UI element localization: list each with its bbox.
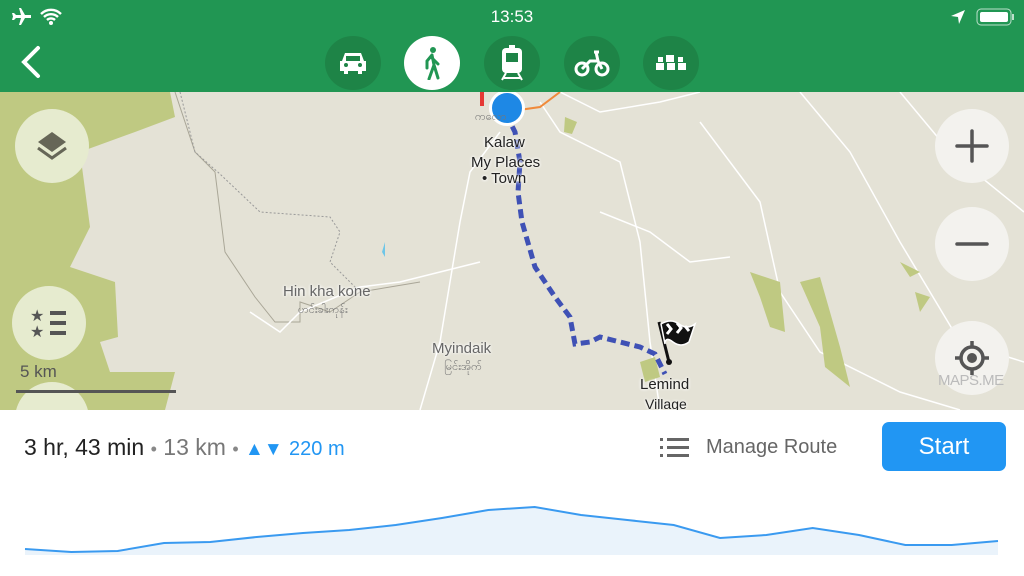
maps-me-watermark: MAPS.ME bbox=[938, 372, 1004, 389]
mode-car-button[interactable] bbox=[325, 36, 381, 90]
zoom-in-button[interactable] bbox=[935, 109, 1009, 183]
train-icon bbox=[501, 45, 523, 81]
map-label-hin-kha-kone-local: ဟင်းခါးကုန်း bbox=[298, 304, 348, 316]
bicycle-icon bbox=[574, 50, 610, 77]
minus-icon bbox=[955, 242, 989, 246]
map-label-town: • Town bbox=[482, 170, 527, 187]
pedestrian-icon bbox=[425, 47, 440, 80]
car-icon bbox=[340, 53, 366, 74]
map-label-kalaw-local: ကလော bbox=[475, 111, 507, 123]
finish-flag-icon bbox=[657, 320, 697, 365]
back-button[interactable] bbox=[16, 44, 46, 80]
bookmarks-button[interactable]: ★ ★ bbox=[12, 286, 86, 360]
plus-icon bbox=[955, 129, 989, 163]
map-label-lemind[interactable]: Lemind bbox=[640, 376, 689, 393]
mode-walk-button[interactable] bbox=[404, 36, 460, 90]
mode-bicycle-button[interactable] bbox=[564, 36, 620, 90]
start-pin bbox=[480, 92, 484, 106]
bookmarks-list-icon: ★★ bbox=[30, 308, 66, 339]
svg-text:★: ★ bbox=[30, 308, 44, 325]
elevation-chart bbox=[24, 505, 999, 555]
top-bar: 13:53 bbox=[0, 0, 1024, 92]
map-label-hin-kha-kone[interactable]: Hin kha kone bbox=[283, 283, 371, 300]
map-view[interactable]: ကလော Kalaw My Places • Town Hin kha kone… bbox=[0, 92, 1024, 410]
map-label-myindaik-local: မြင်းအိုက် bbox=[444, 361, 482, 373]
map-label-my-places[interactable]: My Places bbox=[471, 154, 540, 171]
map-label-myindaik[interactable]: Myindaik bbox=[432, 340, 491, 357]
status-time: 13:53 bbox=[490, 7, 534, 26]
zoom-out-button[interactable] bbox=[935, 207, 1009, 281]
taxi-icon bbox=[656, 55, 686, 70]
battery-icon bbox=[976, 8, 1014, 26]
route-line bbox=[503, 112, 668, 376]
layers-icon bbox=[37, 132, 67, 160]
mode-taxi-button[interactable] bbox=[643, 36, 699, 90]
map-label-village: Village bbox=[645, 396, 687, 410]
route-panel: 3 hr, 43 min • 13 km • ▲▼ 220 m Manage R… bbox=[0, 410, 1024, 576]
elevation-area bbox=[25, 507, 998, 555]
scale-label: 5 km bbox=[20, 362, 57, 381]
location-arrow-icon bbox=[951, 10, 965, 24]
mode-transit-button[interactable] bbox=[484, 36, 540, 90]
layers-button[interactable] bbox=[15, 109, 89, 183]
scale-bar bbox=[16, 390, 176, 393]
svg-text:★: ★ bbox=[30, 324, 44, 339]
map-label-kalaw[interactable]: Kalaw bbox=[484, 134, 525, 151]
